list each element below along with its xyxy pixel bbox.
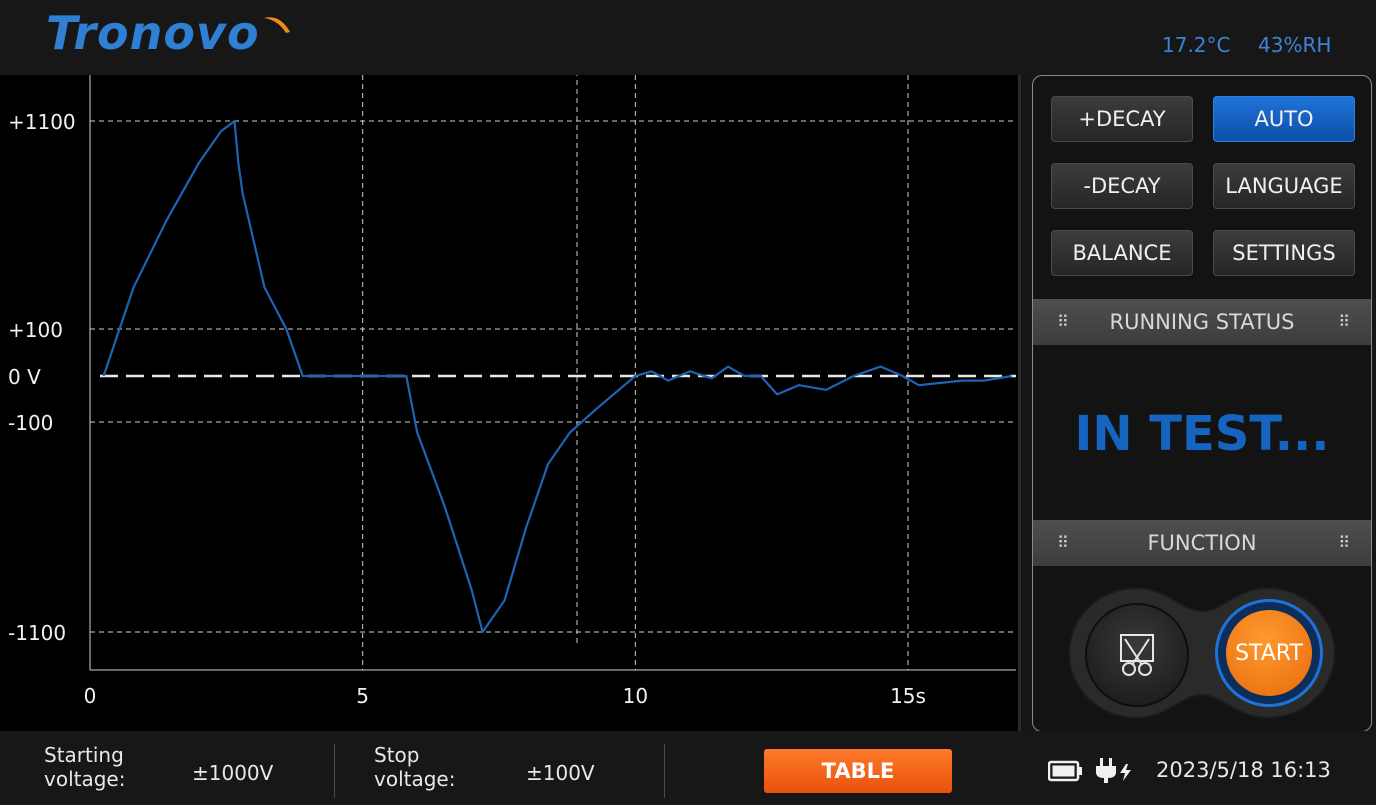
scissors-icon [1120, 634, 1154, 676]
running-status-header: ⠿ RUNNING STATUS ⠿ [1033, 299, 1371, 345]
grip-right-icon: ⠿ [1338, 312, 1350, 331]
status-text: IN TEST... [1074, 406, 1330, 462]
function-header: ⠿ FUNCTION ⠿ [1033, 520, 1371, 566]
balance-button[interactable]: BALANCE [1051, 230, 1193, 276]
y-tick-label: +1100 [8, 110, 76, 134]
top-bar: Tronovo 17.2°C 43%RH [0, 0, 1376, 75]
settings-button[interactable]: SETTINGS [1213, 230, 1355, 276]
y-tick-label: -100 [8, 411, 53, 435]
footer-divider [664, 744, 665, 798]
footer-divider [334, 744, 335, 798]
cut-button[interactable] [1085, 603, 1189, 707]
start-button[interactable]: START [1226, 610, 1312, 696]
table-button[interactable]: TABLE [764, 749, 952, 793]
x-tick-label: 15s [890, 684, 926, 708]
x-tick-label: 0 [84, 684, 97, 708]
grip-left-icon: ⠿ [1057, 533, 1069, 552]
datetime: 2023/5/18 16:13 [1156, 758, 1331, 782]
stop-label-line2: voltage: [374, 767, 456, 791]
battery-icon [1048, 760, 1082, 782]
waveform-chart: +1100 +100 0 V -100 -1100 0 5 10 15s [0, 75, 1021, 731]
language-button[interactable]: LANGUAGE [1213, 163, 1355, 209]
starting-label-line1: Starting [44, 743, 124, 767]
humidity-readout: 43%RH [1258, 33, 1332, 57]
stop-voltage-value: ±100V [526, 761, 595, 785]
starting-voltage-label: Starting voltage: [44, 743, 125, 791]
grip-right-icon: ⠿ [1338, 533, 1350, 552]
minus-decay-button[interactable]: -DECAY [1051, 163, 1193, 209]
brand-logo: Tronovo [46, 6, 260, 60]
temperature-readout: 17.2°C [1162, 33, 1231, 57]
starting-label-line2: voltage: [44, 767, 126, 791]
starting-voltage-value: ±1000V [192, 761, 274, 785]
y-tick-label: 0 V [8, 365, 41, 389]
stop-voltage-label: Stop voltage: [374, 743, 455, 791]
auto-button[interactable]: AUTO [1213, 96, 1355, 142]
stop-label-line1: Stop [374, 743, 420, 767]
grip-left-icon: ⠿ [1057, 312, 1069, 331]
waveform-svg: +1100 +100 0 V -100 -1100 0 5 10 15s [8, 75, 1016, 708]
y-tick-label: -1100 [8, 621, 66, 645]
plus-decay-button[interactable]: +DECAY [1051, 96, 1193, 142]
x-tick-label: 5 [356, 684, 369, 708]
running-status-title: RUNNING STATUS [1109, 310, 1295, 334]
charging-plug-icon [1096, 758, 1131, 783]
control-panel: +DECAY AUTO -DECAY LANGUAGE BALANCE SETT… [1032, 75, 1372, 732]
function-title: FUNCTION [1147, 531, 1257, 555]
y-tick-label: +100 [8, 318, 63, 342]
logo-swoosh-icon [264, 17, 290, 33]
x-tick-label: 10 [623, 684, 648, 708]
